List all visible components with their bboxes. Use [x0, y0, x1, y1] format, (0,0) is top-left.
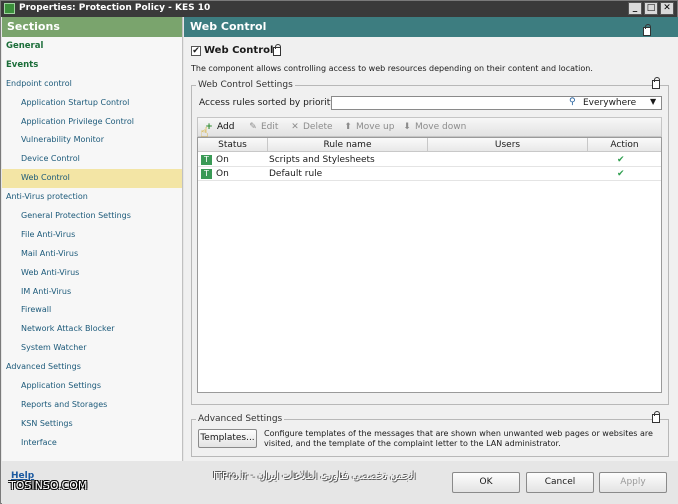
column-header-rule-name[interactable]: Rule name	[268, 138, 428, 152]
rule-status: On	[216, 155, 229, 165]
lock-icon[interactable]	[273, 44, 281, 56]
minimize-button[interactable]: _	[628, 2, 642, 15]
apply-button[interactable]: Apply	[599, 472, 667, 493]
column-header-users[interactable]: Users	[428, 138, 588, 152]
sections-sidebar: Sections General Events Endpoint control Ap…	[2, 17, 183, 461]
sidebar-item-web-anti-virus[interactable]: Web Anti-Virus	[2, 264, 182, 283]
web-control-enable-label: Web Control	[204, 45, 274, 56]
table-row[interactable]: T On Scripts and Stylesheets ✔	[198, 153, 661, 167]
move-up-label: Move up	[356, 122, 395, 132]
sidebar-item-general-protection-settings[interactable]: General Protection Settings	[2, 207, 182, 226]
component-description: The component allows controlling access …	[191, 64, 593, 73]
move-up-button[interactable]: ⬆ Move up	[343, 122, 394, 132]
sidebar-item-interface[interactable]: Interface	[2, 434, 182, 453]
rule-name: Default rule	[269, 169, 323, 179]
properties-window: Properties: Protection Policy - KES 10 _…	[0, 0, 678, 504]
sidebar-item-events[interactable]: Events	[2, 56, 182, 75]
page-title: Web Control	[184, 17, 678, 37]
rules-toolbar: + Add ✎ Edit ✕ Delete ⬆ Move up ⬇ Move down	[197, 117, 662, 137]
sidebar-item-firewall[interactable]: Firewall	[2, 301, 182, 320]
sidebar-item-advanced-settings[interactable]: Advanced Settings	[2, 358, 182, 377]
watermark-right: ITPro.ir - انجمن تخصصی فناوری اطلاعات ای…	[213, 471, 416, 482]
sidebar-item-endpoint-control[interactable]: Endpoint control	[2, 75, 182, 94]
delete-button[interactable]: ✕ Delete	[290, 122, 333, 132]
edit-label: Edit	[261, 122, 279, 132]
rule-name: Scripts and Stylesheets	[269, 155, 375, 165]
column-header-action[interactable]: Action	[588, 138, 661, 152]
lock-icon[interactable]	[643, 24, 651, 36]
search-scope[interactable]: Everywhere	[583, 98, 636, 108]
sidebar-item-network-attack-blocker[interactable]: Network Attack Blocker	[2, 320, 182, 339]
move-down-button[interactable]: ⬇ Move down	[402, 122, 466, 132]
add-button[interactable]: + Add	[204, 122, 234, 132]
title-bar: Properties: Protection Policy - KES 10 _…	[1, 1, 677, 17]
ok-button[interactable]: OK	[452, 472, 520, 493]
rule-status-icon: T	[201, 155, 212, 165]
chevron-down-icon[interactable]: ▼	[650, 97, 656, 106]
add-label: Add	[217, 122, 235, 132]
sidebar-item-device-control[interactable]: Device Control	[2, 150, 182, 169]
sidebar-item-system-watcher[interactable]: System Watcher	[2, 339, 182, 358]
delete-icon: ✕	[291, 122, 299, 132]
sidebar-item-general[interactable]: General	[2, 37, 182, 56]
settings-group-title: Web Control Settings	[196, 80, 295, 90]
sidebar-item-reports-and-storages[interactable]: Reports and Storages	[2, 396, 182, 415]
column-header-status[interactable]: Status	[198, 138, 268, 152]
sidebar-item-application-privilege-control[interactable]: Application Privilege Control	[2, 113, 182, 132]
allow-check-icon: ✔	[617, 155, 625, 165]
rules-search-field[interactable]: ⚲ Everywhere ▼	[331, 96, 662, 110]
table-row[interactable]: T On Default rule ✔	[198, 167, 661, 181]
delete-label: Delete	[303, 122, 333, 132]
sidebar-item-ksn-settings[interactable]: KSN Settings	[2, 415, 182, 434]
sidebar-item-vulnerability-monitor[interactable]: Vulnerability Monitor	[2, 131, 182, 150]
watermark-left: TOSINSO.COM	[9, 479, 88, 492]
sidebar-item-anti-virus-protection[interactable]: Anti-Virus protection	[2, 188, 182, 207]
rule-status-icon: T	[201, 169, 212, 179]
sort-label: Access rules sorted by priority:	[199, 98, 338, 108]
templates-button[interactable]: Templates...	[198, 429, 257, 448]
window-title: Properties: Protection Policy - KES 10	[19, 3, 211, 13]
allow-check-icon: ✔	[617, 169, 625, 179]
arrow-up-icon: ⬆	[344, 122, 352, 132]
table-header: Status Rule name Users Action	[198, 138, 661, 152]
arrow-down-icon: ⬇	[403, 122, 411, 132]
sections-list: General Events Endpoint control Application…	[2, 37, 182, 453]
advanced-group-title: Advanced Settings	[196, 414, 285, 424]
sidebar-header: Sections	[2, 17, 182, 37]
lock-icon[interactable]	[652, 411, 660, 423]
web-control-checkbox[interactable]: ✔	[191, 46, 201, 56]
search-icon: ⚲	[569, 97, 576, 107]
sidebar-item-web-control[interactable]: Web Control	[2, 169, 182, 189]
lock-icon[interactable]	[652, 77, 660, 89]
pencil-icon: ✎	[249, 122, 257, 132]
app-icon	[4, 3, 15, 14]
rules-table: Status Rule name Users Action T On Scrip…	[197, 137, 662, 393]
sidebar-item-file-anti-virus[interactable]: File Anti-Virus	[2, 226, 182, 245]
maximize-button[interactable]: □	[644, 2, 658, 15]
sidebar-item-mail-anti-virus[interactable]: Mail Anti-Virus	[2, 245, 182, 264]
cancel-button[interactable]: Cancel	[526, 472, 594, 493]
close-button[interactable]: ✕	[660, 2, 674, 15]
sidebar-item-application-startup-control[interactable]: Application Startup Control	[2, 94, 182, 113]
move-down-label: Move down	[415, 122, 467, 132]
sidebar-item-im-anti-virus[interactable]: IM Anti-Virus	[2, 283, 182, 302]
edit-button[interactable]: ✎ Edit	[248, 122, 278, 132]
templates-description: Configure templates of the messages that…	[264, 429, 653, 448]
rule-status: On	[216, 169, 229, 179]
sidebar-item-application-settings[interactable]: Application Settings	[2, 377, 182, 396]
